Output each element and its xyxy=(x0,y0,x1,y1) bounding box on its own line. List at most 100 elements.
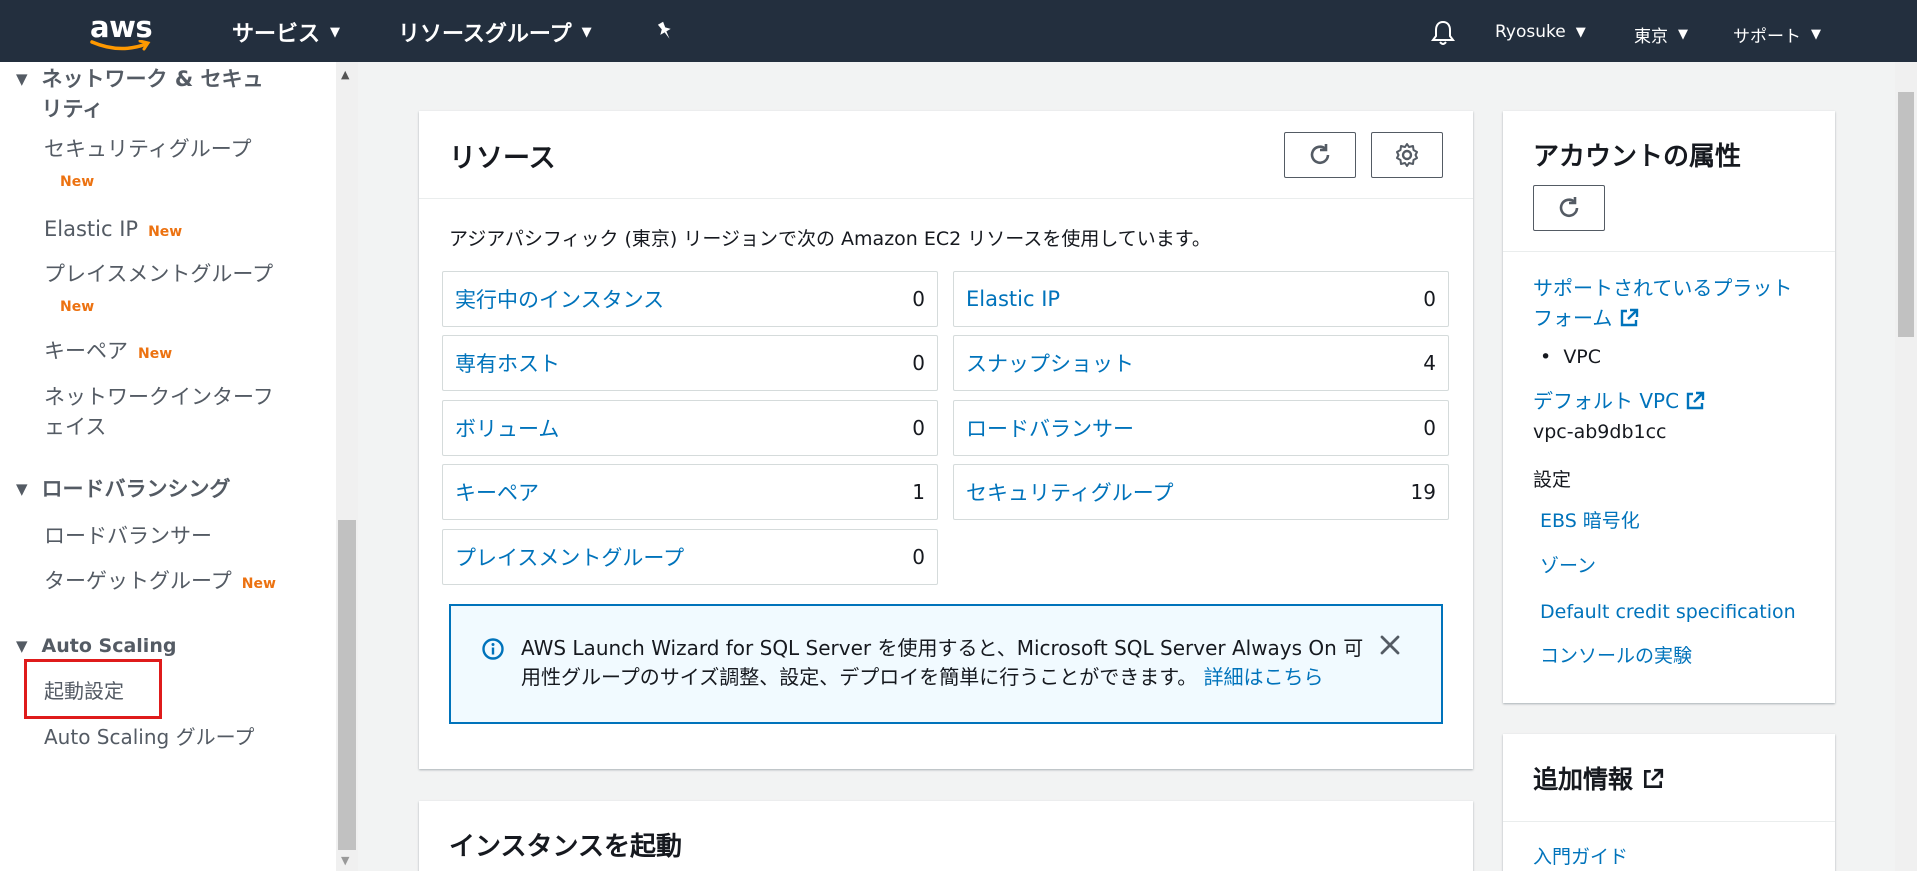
close-icon[interactable] xyxy=(1379,634,1401,656)
sidebar-section-network[interactable]: ▼ ネットワーク & セキュリティ xyxy=(16,64,296,124)
new-badge: New xyxy=(148,224,183,240)
getting-started-guide-link[interactable]: 入門ガイド xyxy=(1533,842,1628,871)
user-label: Ryosuke xyxy=(1495,22,1566,42)
sidebar-item-placement-groups[interactable]: プレイスメントグループ xyxy=(44,259,273,289)
sidebar-item-elastic-ip[interactable]: Elastic IP New xyxy=(44,214,182,247)
bullet-icon: • xyxy=(1540,346,1552,368)
refresh-icon xyxy=(1559,197,1579,217)
default-vpc-link[interactable]: デフォルト VPC xyxy=(1533,386,1705,416)
account-attributes-title: アカウントの属性 xyxy=(1533,142,1742,172)
services-menu[interactable]: サービス ▼ xyxy=(232,16,340,48)
chevron-down-icon: ▼ xyxy=(330,24,341,40)
gear-icon xyxy=(1396,143,1418,167)
sidebar-item-label: Auto Scaling グループ xyxy=(44,725,255,749)
resource-label: スナップショット xyxy=(966,352,1134,376)
default-credit-specification-link[interactable]: Default credit specification xyxy=(1540,597,1796,627)
new-badge: New xyxy=(60,174,95,190)
resource-count: 1 xyxy=(912,480,925,504)
launch-instance-title: インスタンスを起動 xyxy=(449,832,682,862)
refresh-button[interactable] xyxy=(1284,132,1356,178)
resource-item-snapshots[interactable]: スナップショット 4 xyxy=(953,335,1449,391)
sidebar-item-load-balancers[interactable]: ロードバランサー xyxy=(44,521,212,551)
ebs-encryption-link[interactable]: EBS 暗号化 xyxy=(1540,506,1640,536)
support-menu[interactable]: サポート ▼ xyxy=(1733,22,1821,47)
resource-item-key-pairs[interactable]: キーペア 1 xyxy=(442,464,938,520)
user-menu[interactable]: Ryosuke ▼ xyxy=(1495,22,1586,42)
sidebar-item-network-interfaces[interactable]: ネットワークインターフェイス xyxy=(44,382,294,442)
resource-count: 19 xyxy=(1410,480,1436,504)
info-icon xyxy=(482,638,504,660)
resource-item-running-instances[interactable]: 実行中のインスタンス 0 xyxy=(442,271,938,327)
sidebar-item-target-groups[interactable]: ターゲットグループ New xyxy=(44,566,276,599)
sidebar-section-auto-scaling[interactable]: ▼ Auto Scaling xyxy=(16,631,176,661)
sidebar-item-auto-scaling-groups[interactable]: Auto Scaling グループ xyxy=(44,722,254,752)
resource-item-placement-groups[interactable]: プレイスメントグループ 0 xyxy=(442,529,938,585)
sidebar-item-label: Elastic IP xyxy=(44,217,139,241)
sidebar-scroll-thumb[interactable] xyxy=(338,520,356,850)
resource-label: ロードバランサー xyxy=(966,417,1134,441)
external-link-icon xyxy=(1620,308,1638,327)
panel-divider xyxy=(1503,251,1835,252)
supported-platforms-label: サポートされているプラットフォーム xyxy=(1533,276,1793,330)
resource-item-load-balancers[interactable]: ロードバランサー 0 xyxy=(953,400,1449,456)
info-message: AWS Launch Wizard for SQL Server を使用すると、… xyxy=(521,634,1371,692)
sidebar-item-security-groups[interactable]: セキュリティグループ xyxy=(44,134,251,164)
resources-description: アジアパシフィック (東京) リージョンで次の Amazon EC2 リソースを… xyxy=(449,228,1211,250)
sidebar-item-label: ターゲットグループ xyxy=(44,569,232,593)
new-badge: New xyxy=(138,346,173,362)
external-link-icon xyxy=(1643,768,1663,789)
support-label: サポート xyxy=(1733,27,1801,47)
resource-label: Elastic IP xyxy=(966,287,1061,311)
settings-button[interactable] xyxy=(1371,132,1443,178)
sidebar-section-label: ネットワーク & セキュリティ xyxy=(41,67,264,121)
supported-platforms-link[interactable]: サポートされているプラットフォーム xyxy=(1533,273,1803,333)
bell-icon[interactable] xyxy=(1430,19,1456,51)
zones-link[interactable]: ゾーン xyxy=(1540,551,1596,581)
default-vpc-label: デフォルト VPC xyxy=(1533,389,1680,413)
region-label: 東京 xyxy=(1634,27,1668,47)
resource-label: プレイスメントグループ xyxy=(455,546,685,570)
main-scroll-thumb[interactable] xyxy=(1898,92,1914,337)
resource-label: セキュリティグループ xyxy=(966,481,1174,505)
scroll-down-arrow-icon[interactable]: ▼ xyxy=(341,854,349,867)
region-menu[interactable]: 東京 ▼ xyxy=(1634,22,1688,47)
chevron-down-icon: ▼ xyxy=(581,24,592,40)
sidebar-section-label: Auto Scaling xyxy=(41,635,177,657)
sidebar-section-label: ロードバランシング xyxy=(41,477,231,501)
platform-value-text: VPC xyxy=(1563,346,1602,368)
resource-groups-menu[interactable]: リソースグループ ▼ xyxy=(398,16,592,48)
resource-item-elastic-ip[interactable]: Elastic IP 0 xyxy=(953,271,1449,327)
caret-down-icon: ▼ xyxy=(16,637,28,655)
additional-info-title[interactable]: 追加情報 xyxy=(1533,760,1664,796)
sidebar-item-key-pairs[interactable]: キーペア New xyxy=(44,336,172,369)
refresh-icon xyxy=(1310,144,1330,164)
account-refresh-button[interactable] xyxy=(1533,185,1605,231)
top-navigation-bar: aws サービス ▼ リソースグループ ▼ Ryosuke ▼ 東京 ▼ サポー… xyxy=(0,0,1917,62)
resource-item-dedicated-hosts[interactable]: 専有ホスト 0 xyxy=(442,335,938,391)
scroll-up-arrow-icon[interactable]: ▲ xyxy=(341,68,349,81)
sidebar-item-label: キーペア xyxy=(44,339,128,363)
resource-label: ボリューム xyxy=(455,417,560,441)
pin-icon[interactable] xyxy=(654,20,676,46)
additional-info-label: 追加情報 xyxy=(1533,765,1634,794)
learn-more-link[interactable]: 詳細はこちら xyxy=(1204,665,1324,689)
resource-count: 4 xyxy=(1423,351,1436,375)
sidebar-section-load-balancing[interactable]: ▼ ロードバランシング xyxy=(16,474,231,504)
resource-count: 0 xyxy=(1423,287,1436,311)
resource-count: 0 xyxy=(912,287,925,311)
resource-item-security-groups[interactable]: セキュリティグループ 19 xyxy=(953,464,1449,520)
highlight-annotation-box xyxy=(24,659,162,719)
resource-label: キーペア xyxy=(455,481,539,505)
sidebar-item-label: ネットワークインターフェイス xyxy=(44,385,274,439)
external-link-icon xyxy=(1687,391,1705,410)
resource-count: 0 xyxy=(1423,416,1436,440)
caret-down-icon: ▼ xyxy=(16,480,28,498)
sidebar-scrollbar[interactable]: ▲ ▼ xyxy=(336,62,358,871)
resource-item-volumes[interactable]: ボリューム 0 xyxy=(442,400,938,456)
chevron-down-icon: ▼ xyxy=(1811,27,1821,42)
main-scrollbar[interactable] xyxy=(1895,62,1917,871)
console-experiments-link[interactable]: コンソールの実験 xyxy=(1540,641,1692,671)
settings-label: 設定 xyxy=(1533,469,1572,491)
sidebar-item-label: プレイスメントグループ xyxy=(44,262,274,286)
aws-logo[interactable]: aws xyxy=(88,10,158,52)
